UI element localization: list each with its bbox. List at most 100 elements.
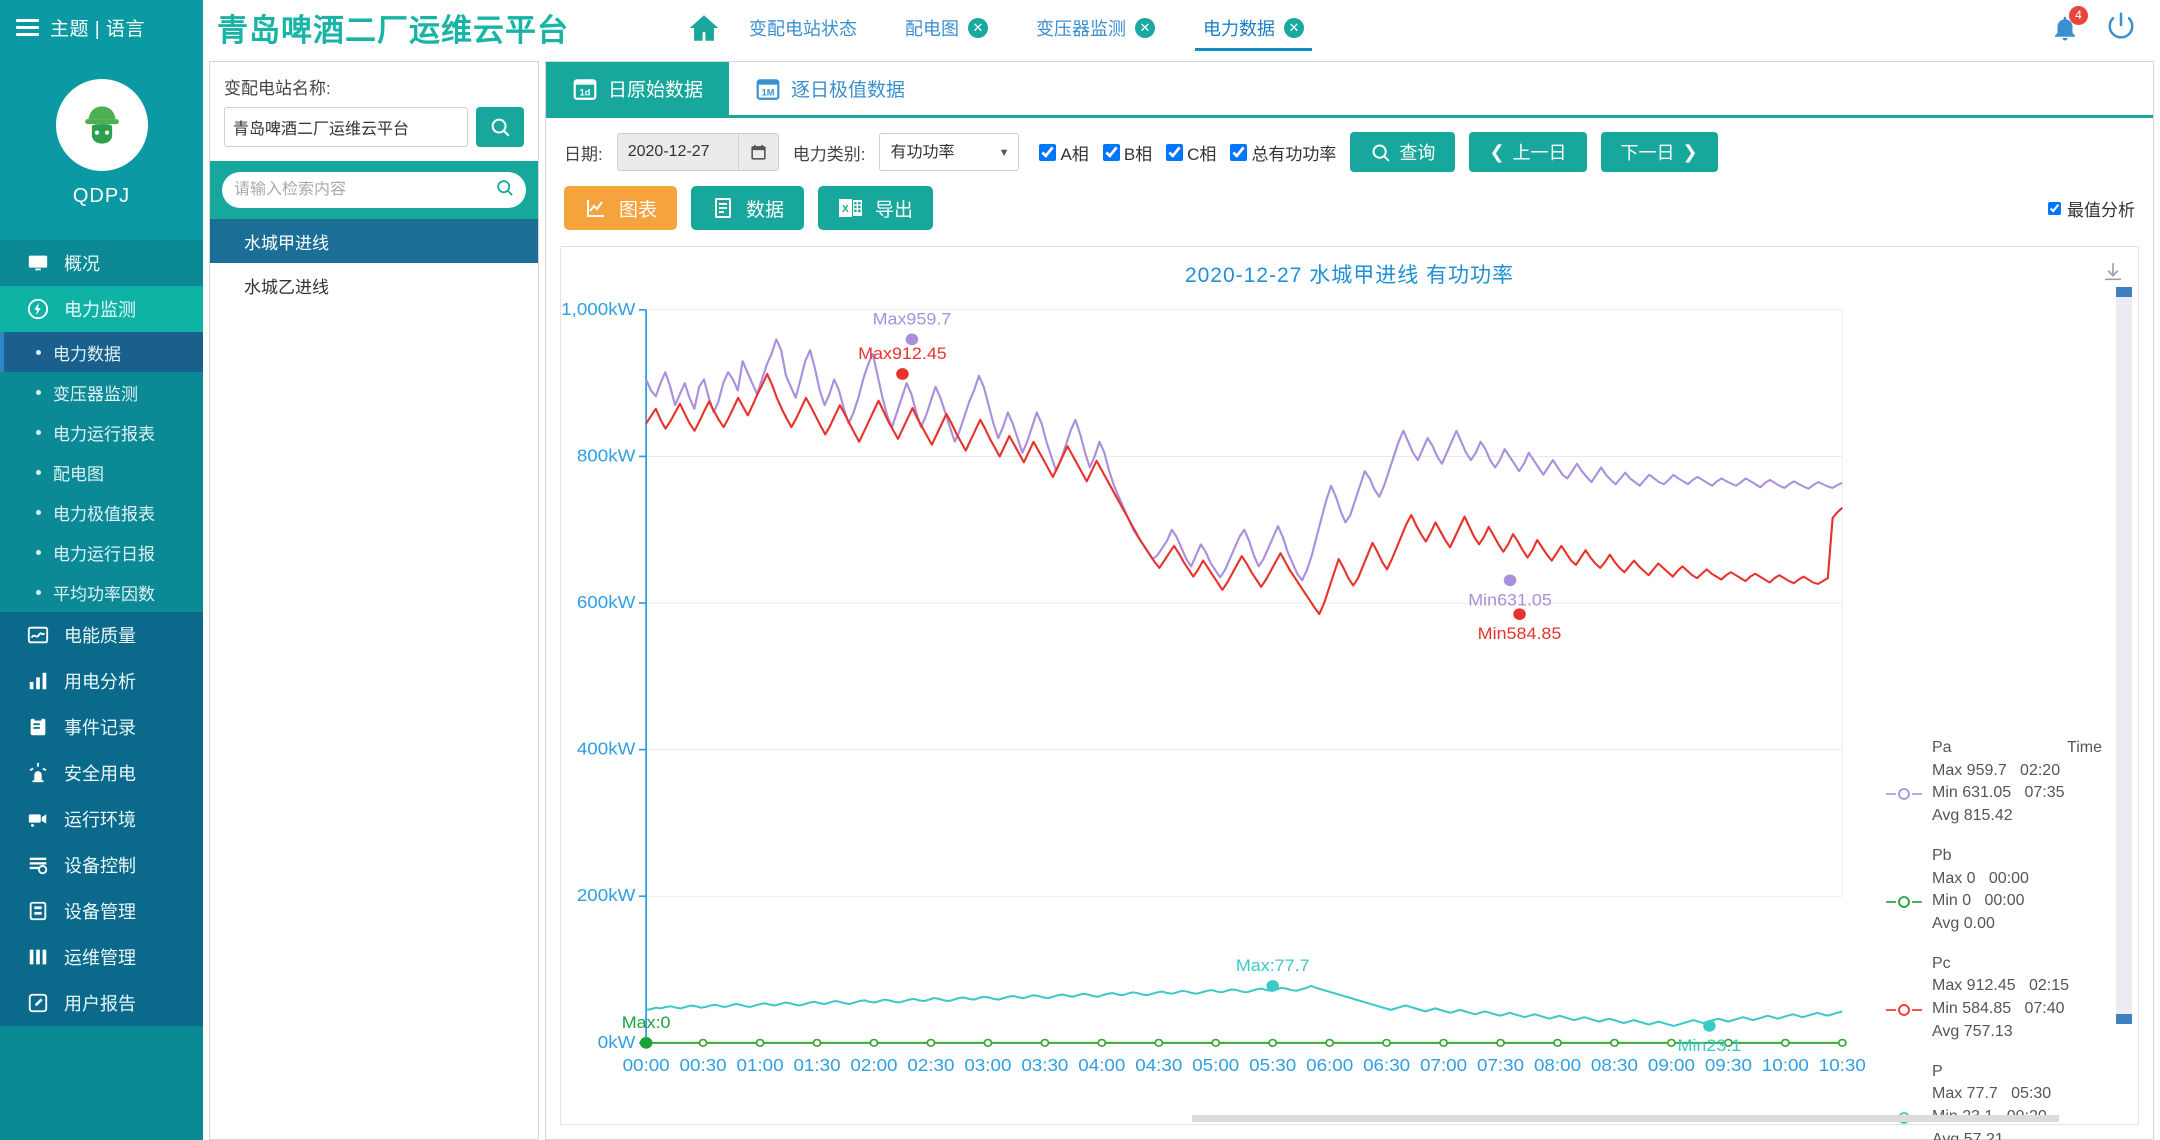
- x-axis-tick: 04:30: [1135, 1056, 1182, 1075]
- tab-3[interactable]: 电力数据✕: [1179, 0, 1328, 55]
- legend-entry-P[interactable]: PMax 77.7 05:30Min 23.1 09:20Avg 57.21: [1886, 1061, 2116, 1140]
- sidebar-header: 主题 | 语言: [0, 0, 203, 55]
- station-list-item-0[interactable]: 水城甲进线: [210, 219, 538, 263]
- legend-avg: Avg 757.13: [1932, 1021, 2069, 1044]
- logo-name: QDPJ: [73, 185, 130, 208]
- phase-checkbox-input-2[interactable]: [1166, 144, 1183, 161]
- sidebar-item-11[interactable]: 事件记录: [0, 704, 203, 750]
- download-icon[interactable]: [2102, 261, 2124, 288]
- x-axis-tick: 08:00: [1534, 1056, 1581, 1075]
- sidebar-item-1[interactable]: 电力监测: [0, 286, 203, 332]
- sidebar-item-label: 用户报告: [64, 990, 136, 1016]
- sidebar-item-10[interactable]: 用电分析: [0, 658, 203, 704]
- sidebar-item-15[interactable]: 设备管理: [0, 888, 203, 934]
- notifications-bell-icon[interactable]: 4: [2050, 13, 2080, 43]
- x-axis-tick: 08:30: [1591, 1056, 1638, 1075]
- phase-checkbox-3[interactable]: 总有功功率: [1230, 140, 1336, 165]
- max-analysis-checkbox[interactable]: [2048, 202, 2061, 215]
- sidebar-item-0[interactable]: 概况: [0, 240, 203, 286]
- prev-day-button[interactable]: ❮ 上一日: [1469, 132, 1586, 172]
- sidebar-item-2[interactable]: 电力数据: [0, 332, 203, 372]
- legend-entry-Pa[interactable]: PaTimeMax 959.7 02:20Min 631.05 07:35Avg…: [1886, 737, 2116, 828]
- search-icon[interactable]: [495, 178, 514, 202]
- sidebar-item-9[interactable]: 电能质量: [0, 612, 203, 658]
- date-input[interactable]: [618, 134, 738, 170]
- theme-language-label[interactable]: 主题 | 语言: [50, 14, 145, 41]
- annotation-point: [1703, 1020, 1716, 1032]
- export-button[interactable]: X 导出: [818, 186, 933, 230]
- sidebar-item-8[interactable]: 平均功率因数: [0, 572, 203, 612]
- sidebar-item-5[interactable]: 配电图: [0, 452, 203, 492]
- sidebar-item-13[interactable]: 运行环境: [0, 796, 203, 842]
- next-day-button[interactable]: 下一日 ❯: [1601, 132, 1718, 172]
- tab-label: 变压器监测: [1036, 15, 1126, 41]
- content-tab-label: 日原始数据: [608, 75, 703, 102]
- phase-checkbox-0[interactable]: A相: [1039, 140, 1088, 165]
- y-axis-tick: 400kW: [577, 739, 636, 758]
- close-icon[interactable]: ✕: [1135, 18, 1155, 38]
- category-select[interactable]: 有功功率: [879, 133, 1019, 171]
- station-list-item-1[interactable]: 水城乙进线: [210, 263, 538, 307]
- station-input[interactable]: [224, 107, 468, 147]
- sidebar-item-label: 电力运行日报: [53, 540, 155, 565]
- chart-horizontal-scrollbar[interactable]: [1192, 1115, 2059, 1122]
- phase-checkbox-2[interactable]: C相: [1166, 140, 1216, 165]
- sidebar-item-label: 安全用电: [64, 760, 136, 786]
- content-tab-1[interactable]: 1M逐日极值数据: [729, 62, 931, 115]
- close-icon[interactable]: ✕: [968, 18, 988, 38]
- sidebar-item-label: 设备控制: [64, 852, 136, 878]
- sidebar-item-14[interactable]: 设备控制: [0, 842, 203, 888]
- topbar-actions: 4: [2050, 10, 2160, 45]
- scroll-thumb-bottom[interactable]: [2116, 1014, 2132, 1024]
- annotation-point: [1266, 980, 1279, 992]
- query-button[interactable]: 查询: [1350, 132, 1455, 172]
- sidebar-item-3[interactable]: 变压器监测: [0, 372, 203, 412]
- home-icon[interactable]: [683, 11, 725, 45]
- legend-entry-Pc[interactable]: PcMax 912.45 02:15Min 584.85 07:40Avg 75…: [1886, 953, 2116, 1044]
- worker-helmet-icon: [75, 98, 129, 152]
- station-search-button[interactable]: [476, 107, 524, 147]
- phase-checkbox-label: A相: [1060, 140, 1088, 165]
- phase-checkbox-input-3[interactable]: [1230, 144, 1247, 161]
- prev-day-label: 上一日: [1513, 139, 1567, 165]
- date-picker[interactable]: [617, 133, 779, 171]
- search-input[interactable]: [234, 181, 495, 199]
- scroll-thumb-top[interactable]: [2116, 287, 2132, 297]
- sidebar-item-6[interactable]: 电力极值报表: [0, 492, 203, 532]
- max-analysis-toggle[interactable]: 最值分析: [2048, 196, 2135, 221]
- phase-checkbox-1[interactable]: B相: [1103, 140, 1152, 165]
- legend-stats: PbMax 0 00:00Min 0 00:00Avg 0.00: [1932, 845, 2029, 936]
- chart-container: 2020-12-27 水城甲进线 有功功率 0kW200kW400kW600kW…: [560, 246, 2139, 1125]
- legend-entry-Pb[interactable]: PbMax 0 00:00Min 0 00:00Avg 0.00: [1886, 845, 2116, 936]
- alarm-light-icon: [26, 761, 50, 785]
- x-axis-tick: 07:30: [1477, 1056, 1524, 1075]
- svg-text:1d: 1d: [580, 87, 591, 97]
- view-toolbar: 图表 数据 X 导出 最值分析: [546, 180, 2153, 240]
- sidebar-item-16[interactable]: 运维管理: [0, 934, 203, 980]
- data-view-button[interactable]: 数据: [691, 186, 804, 230]
- phase-checkbox-input-0[interactable]: [1039, 144, 1056, 161]
- tab-2[interactable]: 变压器监测 ✕: [1012, 0, 1179, 55]
- chart-vertical-scrollbar[interactable]: [2116, 287, 2132, 1024]
- phase-checkbox-input-1[interactable]: [1103, 144, 1120, 161]
- sidebar-item-7[interactable]: 电力运行日报: [0, 532, 203, 572]
- annotation-point: [1513, 608, 1526, 620]
- language-label[interactable]: 语言: [106, 19, 145, 40]
- sidebar-item-12[interactable]: 安全用电: [0, 750, 203, 796]
- edit-square-icon: [26, 991, 50, 1015]
- chart-view-button[interactable]: 图表: [564, 186, 677, 230]
- calendar-icon[interactable]: [738, 134, 778, 170]
- legend-stats: PMax 77.7 05:30Min 23.1 09:20Avg 57.21: [1932, 1061, 2051, 1140]
- tab-1[interactable]: 配电图✕: [881, 0, 1012, 55]
- sidebar-item-4[interactable]: 电力运行报表: [0, 412, 203, 452]
- power-logout-icon[interactable]: [2106, 10, 2136, 45]
- close-icon[interactable]: ✕: [1284, 18, 1304, 38]
- content-tab-0[interactable]: 1d 日原始数据: [546, 62, 729, 115]
- wave-chart-icon: [26, 623, 50, 647]
- sidebar-item-17[interactable]: 用户报告: [0, 980, 203, 1026]
- bullet-icon: [36, 590, 41, 595]
- bullet-icon: [36, 390, 41, 395]
- theme-label[interactable]: 主题: [50, 19, 89, 40]
- hamburger-menu-icon[interactable]: [16, 19, 39, 36]
- tab-0[interactable]: 变配电站状态: [725, 0, 881, 55]
